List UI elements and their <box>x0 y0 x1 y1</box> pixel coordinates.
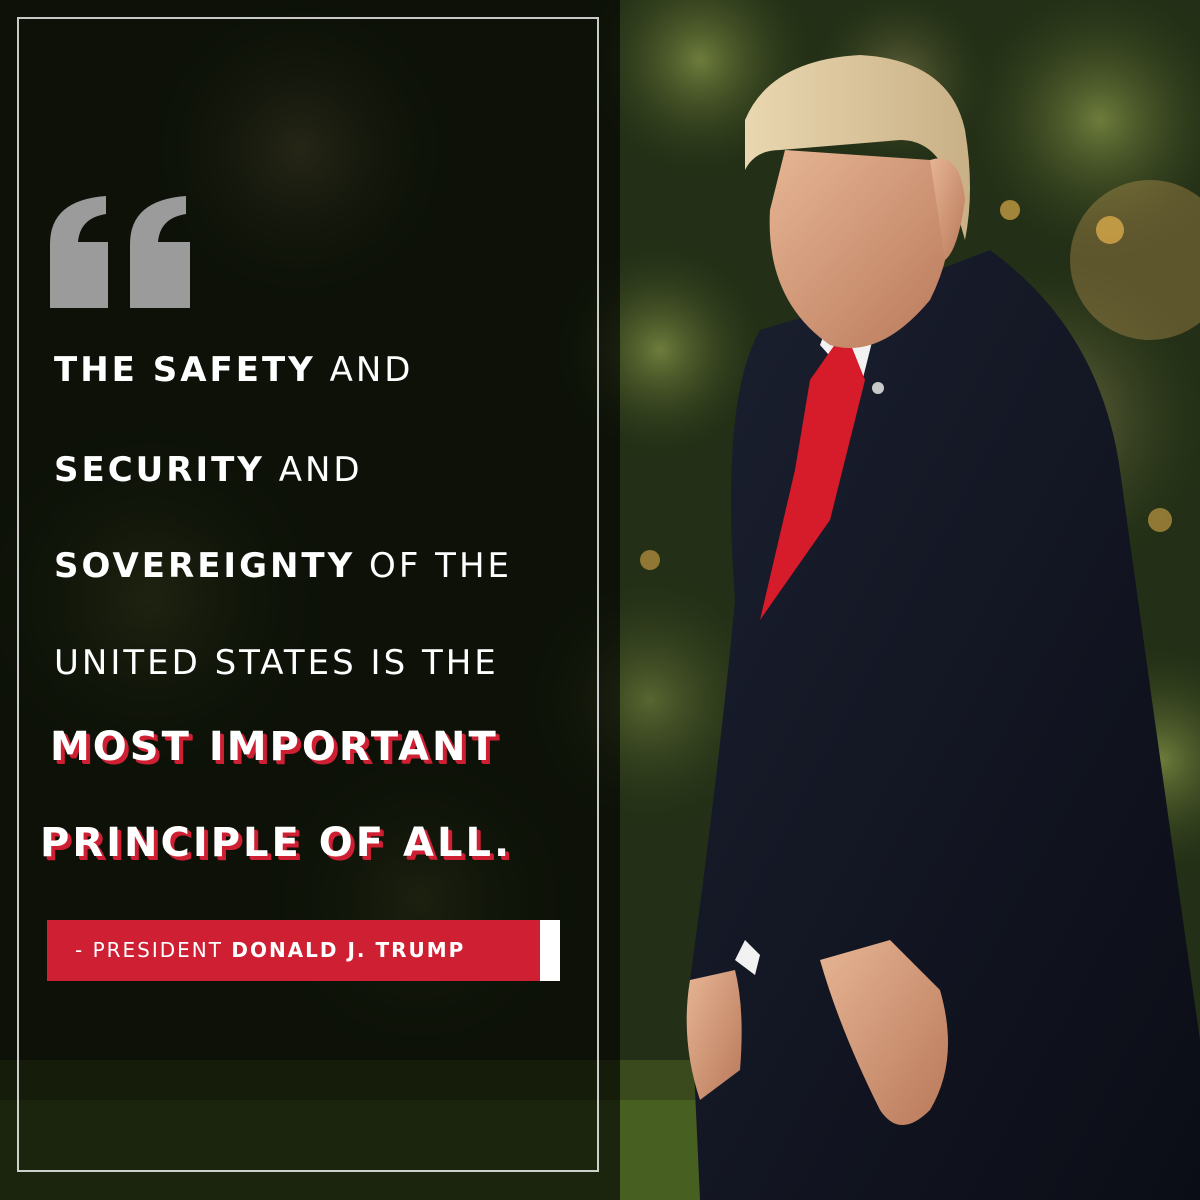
quote-line-5-highlight: MOST IMPORTANT <box>50 724 499 770</box>
quote-text: AND <box>315 350 414 390</box>
quote-line-4: UNITED STATES IS THE <box>54 643 499 683</box>
quote-line-3: SOVEREIGNTY OF THE <box>54 546 512 586</box>
quote-emphasis: SOVEREIGNTY <box>54 546 356 586</box>
text-panel-frame <box>17 17 599 1172</box>
quote-emphasis: THE SAFETY <box>54 350 316 390</box>
quote-text: OF THE <box>355 546 513 586</box>
quote-text: AND <box>264 450 363 490</box>
attribution-text: - PRESIDENT DONALD J. TRUMP <box>75 938 465 962</box>
quote-emphasis: SECURITY <box>54 450 265 490</box>
attribution-name: DONALD J. TRUMP <box>231 938 466 962</box>
quote-line-1: THE SAFETY AND <box>54 350 413 390</box>
attribution-cap <box>540 920 560 981</box>
quote-line-2: SECURITY AND <box>54 450 363 490</box>
attribution-prefix: - PRESIDENT <box>75 938 232 962</box>
attribution-banner: - PRESIDENT DONALD J. TRUMP <box>47 920 560 981</box>
quote-line-6-highlight: PRINCIPLE OF ALL. <box>40 820 513 866</box>
open-quote-icon <box>50 196 190 308</box>
